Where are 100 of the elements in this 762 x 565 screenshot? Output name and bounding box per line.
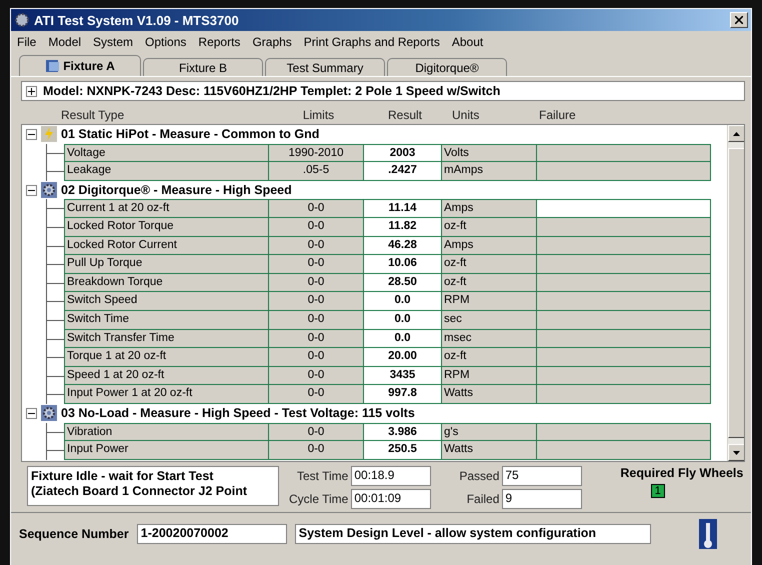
- failure-cell[interactable]: [537, 255, 711, 274]
- table-cell: 0.0: [364, 310, 442, 330]
- close-button[interactable]: [730, 12, 748, 28]
- field-label: Sequence Number: [19, 527, 129, 541]
- close-icon: [735, 16, 743, 24]
- table-cell: Breakdown Torque: [64, 274, 269, 292]
- window-title: ATI Test System V1.09 - MTS3700: [34, 12, 240, 28]
- failure-cell[interactable]: [537, 162, 711, 181]
- table-cell: sec: [442, 310, 537, 330]
- failure-cell[interactable]: [537, 330, 711, 348]
- tab[interactable]: Fixture A: [19, 55, 141, 76]
- table-cell: 28.50: [364, 274, 442, 292]
- table-cell: 0-0: [269, 292, 364, 311]
- field-label: Cycle Time: [289, 492, 348, 506]
- failure-cell[interactable]: [537, 218, 711, 237]
- table-cell: 0-0: [269, 441, 364, 460]
- collapse-toggle[interactable]: [26, 184, 37, 196]
- failure-cell[interactable]: [537, 366, 711, 386]
- menu-item[interactable]: Graphs: [252, 34, 292, 48]
- table-cell: RPM: [442, 366, 537, 386]
- menu-item[interactable]: About: [452, 34, 484, 48]
- tab[interactable]: Fixture B: [143, 58, 263, 76]
- failure-cell[interactable]: [537, 236, 711, 256]
- model-description: Model: NXNPK-7243 Desc: 115V60HZ1/2HP Templet: 2 Pole 1 Speed w/Switch: [43, 84, 500, 98]
- table-cell: oz-ft: [442, 218, 537, 237]
- expand-toggle[interactable]: [26, 86, 37, 96]
- gear-icon: [41, 405, 57, 422]
- tab[interactable]: Test Summary: [265, 58, 385, 76]
- menu-item[interactable]: File: [17, 34, 36, 48]
- table-cell: 2003: [364, 144, 442, 162]
- failure-cell[interactable]: [537, 348, 711, 367]
- table-cell: g's: [442, 422, 537, 442]
- failure-cell[interactable]: [537, 385, 711, 404]
- failure-cell[interactable]: [537, 310, 711, 330]
- table-cell: Vibration: [64, 422, 269, 442]
- table-cell: 0-0: [269, 274, 364, 292]
- table-cell: .05-5: [269, 162, 364, 181]
- table-cell: 10.06: [364, 255, 442, 274]
- cycle-time-field[interactable]: 00:01:09: [351, 489, 432, 509]
- table-cell: 0-0: [269, 199, 364, 218]
- failure-cell[interactable]: [537, 144, 711, 162]
- failure-cell[interactable]: [537, 199, 711, 218]
- fly-wheels-count: 1: [650, 484, 665, 498]
- table-cell: oz-ft: [442, 255, 537, 274]
- column-header: Result Type: [61, 108, 126, 122]
- field-label: Failed: [466, 492, 500, 506]
- failed-field[interactable]: 9: [502, 489, 582, 509]
- table-cell: oz-ft: [442, 274, 537, 292]
- table-cell: Current 1 at 20 oz-ft: [64, 199, 269, 218]
- table-cell: Leakage: [64, 162, 269, 181]
- menu-item[interactable]: System: [93, 34, 134, 48]
- table-cell: 0-0: [269, 255, 364, 274]
- scrollbar[interactable]: [727, 125, 744, 461]
- table-cell: Pull Up Torque: [64, 255, 269, 274]
- menu-item[interactable]: Options: [145, 34, 186, 48]
- menu-item[interactable]: Reports: [198, 34, 240, 48]
- scroll-up-icon: [733, 132, 740, 136]
- table-cell: Torque 1 at 20 oz-ft: [64, 348, 269, 367]
- table-cell: Locked Rotor Current: [64, 236, 269, 256]
- collapse-toggle[interactable]: [26, 128, 37, 140]
- menu-item[interactable]: Print Graphs and Reports: [304, 34, 440, 48]
- failure-cell[interactable]: [537, 422, 711, 442]
- group-title: 01 Static HiPot - Measure - Common to Gnd: [61, 127, 320, 142]
- test-time-field[interactable]: 00:18.9: [351, 466, 432, 486]
- table-cell: msec: [442, 330, 537, 348]
- menu-item[interactable]: Model: [48, 34, 82, 48]
- gear-icon: [14, 12, 30, 28]
- field-label: Test Time: [296, 469, 348, 483]
- table-cell: Switch Time: [64, 310, 269, 330]
- failure-cell[interactable]: [537, 292, 711, 311]
- failure-cell[interactable]: [537, 441, 711, 460]
- collapse-toggle[interactable]: [26, 408, 37, 419]
- table-cell: 0-0: [269, 236, 364, 256]
- table-cell: 0.0: [364, 330, 442, 348]
- table-cell: Watts: [442, 441, 537, 460]
- design-level-field[interactable]: System Design Level - allow system configuration: [294, 524, 651, 544]
- thermometer-icon: [698, 519, 717, 549]
- table-cell: 3435: [364, 366, 442, 386]
- sequence-field[interactable]: 1-20020070002: [136, 524, 287, 544]
- gear-icon: [41, 182, 57, 198]
- table-cell: 11.82: [364, 218, 442, 237]
- fly-wheels-label: Required Fly Wheels: [620, 466, 744, 480]
- table-cell: 0-0: [269, 310, 364, 330]
- table-cell: 20.00: [364, 348, 442, 367]
- table-cell: Volts: [442, 144, 537, 162]
- table-cell: 1990-2010: [269, 144, 364, 162]
- passed-field[interactable]: 75: [502, 466, 582, 486]
- column-header: Limits: [302, 108, 336, 122]
- table-cell: 250.5: [364, 441, 442, 460]
- table-cell: 0-0: [269, 330, 364, 348]
- table-cell: 997.8: [364, 385, 442, 404]
- failure-cell[interactable]: [537, 274, 711, 292]
- table-cell: oz-ft: [442, 348, 537, 367]
- table-cell: 46.28: [364, 236, 442, 256]
- table-cell: mAmps: [442, 162, 537, 181]
- table-cell: RPM: [442, 292, 537, 311]
- scroll-down-icon: [733, 450, 740, 454]
- table-cell: Voltage: [64, 144, 269, 162]
- table-cell: 3.986: [364, 422, 442, 442]
- tab[interactable]: Digitorque®: [387, 58, 507, 76]
